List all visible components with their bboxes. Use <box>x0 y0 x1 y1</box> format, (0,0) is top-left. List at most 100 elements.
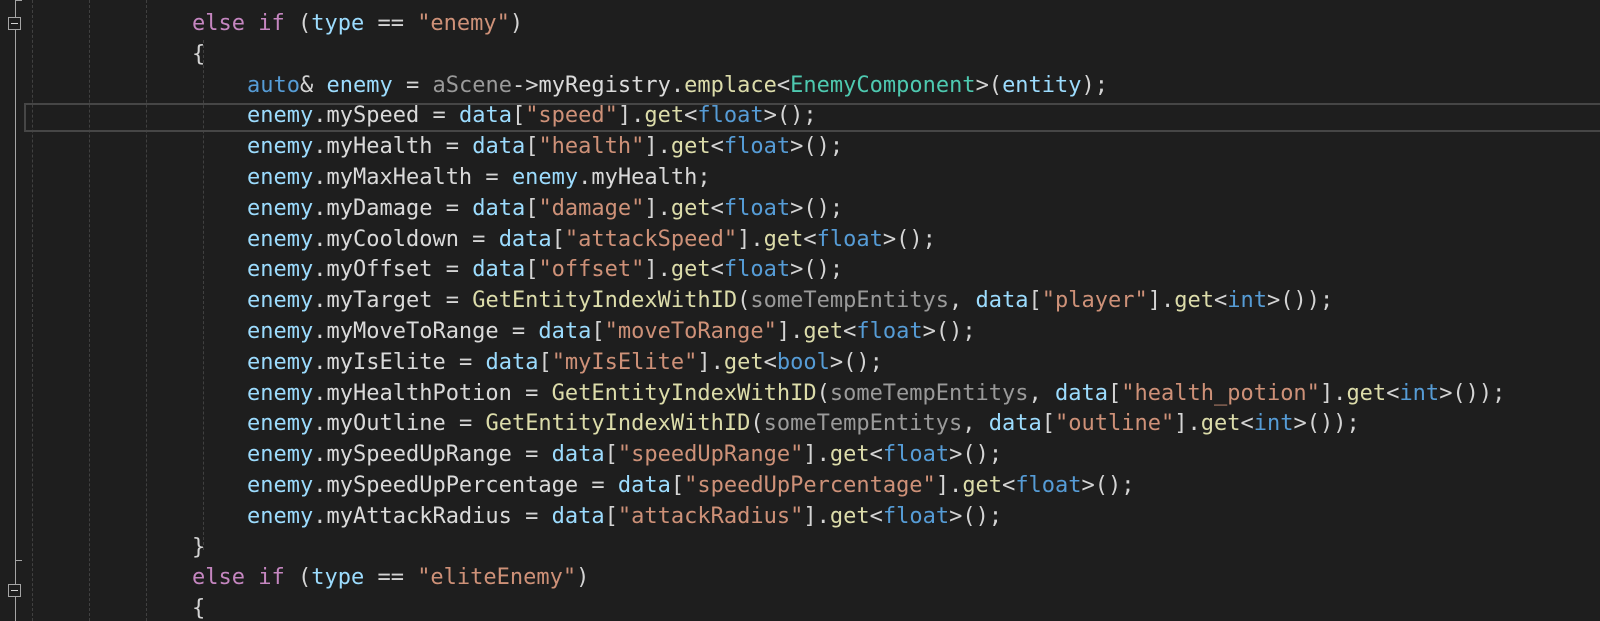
code-token: "outline" <box>1055 411 1175 437</box>
code-line[interactable]: enemy.myMaxHealth = enemy.myHealth; <box>247 162 711 193</box>
code-token: get <box>1346 380 1387 406</box>
code-token: get <box>723 349 764 375</box>
collapse-icon[interactable] <box>8 17 21 30</box>
code-token: ( <box>737 288 751 314</box>
code-editor[interactable]: else if (type == "enemy"){auto& enemy = … <box>0 0 1600 621</box>
code-token: ( <box>284 565 312 591</box>
code-token: = <box>432 288 473 314</box>
code-token: "player" <box>1041 288 1148 314</box>
code-token: < <box>1240 411 1254 437</box>
code-token: enemy <box>247 503 314 529</box>
code-token: < <box>710 195 724 221</box>
code-token: someTempEntitys <box>829 380 1029 406</box>
code-token: "speedUpRange" <box>617 442 804 468</box>
code-line[interactable]: else if (type == "eliteEnemy") <box>192 562 589 593</box>
code-token: float <box>1015 473 1082 498</box>
code-token: enemy <box>247 165 314 190</box>
code-line[interactable]: enemy.myOffset = data["offset"].get<floa… <box>247 254 843 285</box>
code-line[interactable]: else if (type == "enemy") <box>192 8 523 39</box>
fold-margin <box>0 0 30 621</box>
code-token: data <box>485 349 539 375</box>
code-token: "myIsElite" <box>551 349 698 375</box>
code-token: "moveToRange" <box>604 319 777 344</box>
indent-guide <box>89 0 90 621</box>
code-token: . <box>313 380 327 406</box>
code-line[interactable]: enemy.myOutline = GetEntityIndexWithID(s… <box>247 408 1360 439</box>
code-line[interactable]: enemy.myHealth = data["health"].get<floa… <box>247 131 843 162</box>
code-token: aScene <box>432 72 512 98</box>
code-line[interactable]: enemy.myDamage = data["damage"].get<floa… <box>247 193 843 224</box>
code-token: get <box>829 442 870 468</box>
code-token: . <box>313 103 327 129</box>
code-token: < <box>684 103 698 129</box>
code-token: { <box>192 596 206 621</box>
code-line[interactable]: { <box>192 39 205 70</box>
code-token: ( <box>284 11 312 36</box>
code-line[interactable]: } <box>192 532 205 563</box>
code-token: int <box>1227 288 1267 314</box>
code-token: ]. <box>644 134 671 160</box>
code-token: . <box>313 411 327 437</box>
code-token: float <box>723 134 791 160</box>
code-token: enemy <box>247 103 314 129</box>
code-token: data <box>472 257 526 283</box>
code-line[interactable]: enemy.mySpeedUpPercentage = data["speedU… <box>247 470 1135 501</box>
code-token: int <box>1253 411 1294 437</box>
code-token: < <box>869 442 883 468</box>
code-token: >(); <box>949 503 1003 529</box>
code-token: data <box>538 319 592 344</box>
code-token: type <box>311 11 365 36</box>
code-token: ]. <box>697 349 724 375</box>
code-line[interactable]: enemy.myMoveToRange = data["moveToRange"… <box>247 316 976 347</box>
code-line[interactable]: enemy.myAttackRadius = data["attackRadiu… <box>247 501 1002 532</box>
code-token: get <box>670 257 711 283</box>
code-token: myMoveToRange <box>326 319 499 344</box>
code-token: mySpeedUpRange <box>326 442 512 468</box>
code-token: , <box>962 411 989 437</box>
code-line[interactable]: enemy.myIsElite = data["myIsElite"].get<… <box>247 347 883 378</box>
code-token: "offset" <box>538 257 645 283</box>
code-token: float <box>816 226 883 252</box>
code-token: = <box>445 411 486 437</box>
code-token: enemy <box>247 257 314 283</box>
code-token: < <box>763 349 777 375</box>
code-token: < <box>710 257 724 283</box>
code-token: = <box>498 319 539 344</box>
code-token: = <box>578 473 618 498</box>
code-token: >(); <box>790 134 844 160</box>
code-line[interactable]: enemy.mySpeed = data["speed"].get<float>… <box>247 100 817 131</box>
fold-tick <box>15 0 22 1</box>
code-token: enemy <box>247 411 314 437</box>
collapse-icon[interactable] <box>8 584 21 597</box>
code-token: "speed" <box>525 103 618 129</box>
code-line[interactable]: enemy.myCooldown = data["attackSpeed"].g… <box>247 224 936 255</box>
code-token: data <box>551 442 605 468</box>
code-line[interactable]: auto& enemy = aScene->myRegistry.emplace… <box>247 70 1108 101</box>
code-token: someTempEntitys <box>763 411 963 437</box>
code-token: data <box>617 473 671 498</box>
code-token: enemy <box>247 349 314 375</box>
code-line[interactable]: enemy.myHealthPotion = GetEntityIndexWit… <box>247 378 1505 409</box>
code-token: someTempEntitys <box>750 288 950 314</box>
code-token: enemy <box>326 72 393 98</box>
code-token: < <box>710 134 724 160</box>
code-token: enemy <box>511 165 579 190</box>
code-token: & <box>299 72 327 98</box>
code-line[interactable]: { <box>192 593 205 621</box>
code-token: myAttackRadius <box>326 503 512 529</box>
code-token: ]. <box>644 257 671 283</box>
code-token: get <box>1200 411 1241 437</box>
code-token: < <box>843 319 857 344</box>
code-token: type <box>311 565 365 591</box>
code-line[interactable]: enemy.mySpeedUpRange = data["speedUpRang… <box>247 439 1002 470</box>
code-token: auto <box>247 72 300 98</box>
code-token: [ <box>511 103 526 129</box>
code-token: get <box>829 503 870 529</box>
code-token: [ <box>538 349 552 375</box>
code-line[interactable]: enemy.myTarget = GetEntityIndexWithID(so… <box>247 285 1333 316</box>
code-token: get <box>763 226 804 252</box>
code-token: >()); <box>1439 380 1506 406</box>
code-token: . <box>578 165 592 190</box>
code-token: float <box>856 319 923 344</box>
code-token: -> <box>511 72 539 98</box>
